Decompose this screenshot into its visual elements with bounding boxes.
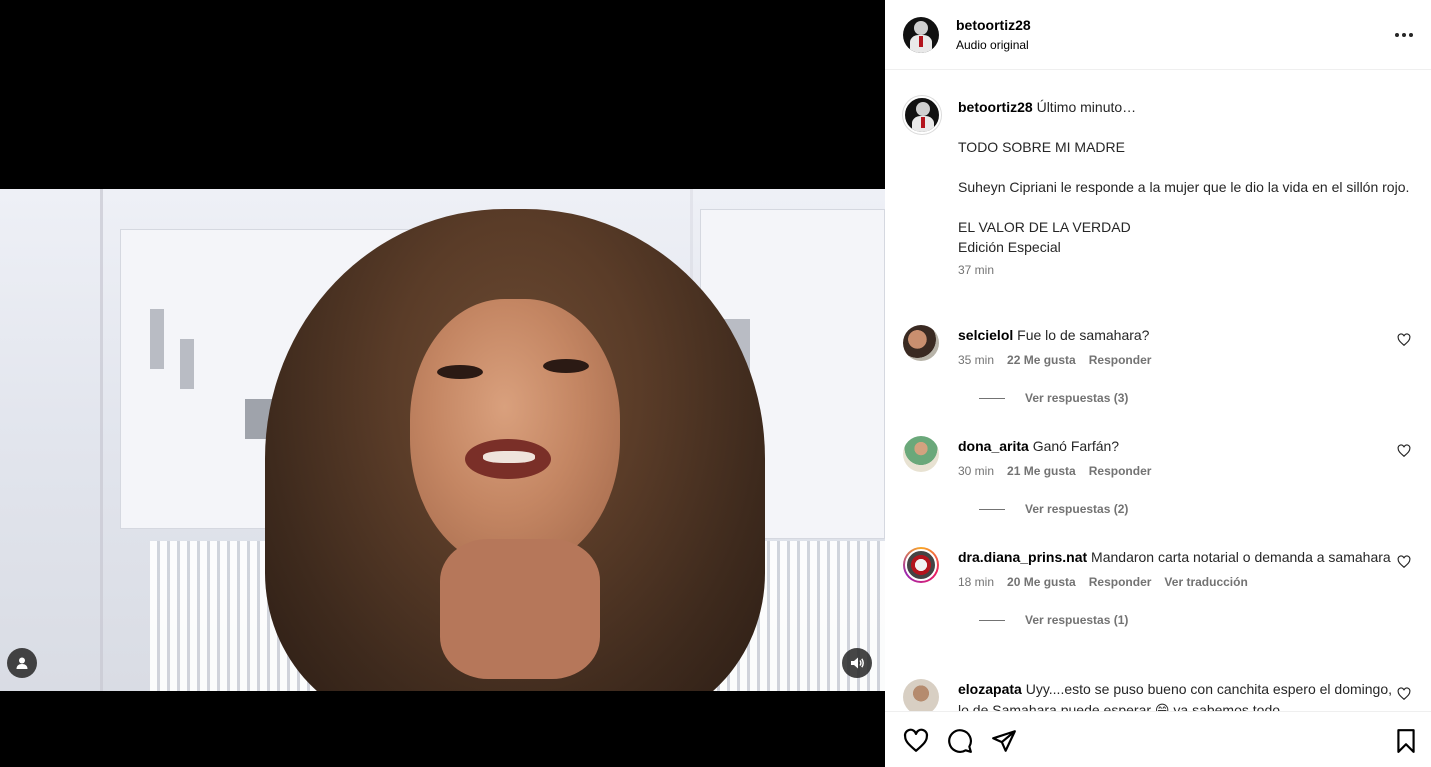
audio-link[interactable]: Audio original — [956, 37, 1031, 53]
reply-button[interactable]: Responder — [1089, 353, 1152, 367]
comment-likes[interactable]: 20 Me gusta — [1007, 575, 1076, 589]
avatar[interactable] — [903, 679, 939, 711]
action-bar — [885, 711, 1431, 767]
comment-text: selcielol Fue lo de samahara? — [958, 325, 1393, 346]
comments-scroll-area[interactable]: betoortiz28 Último minuto… TODO SOBRE MI… — [885, 71, 1431, 711]
volume-icon — [850, 657, 864, 669]
caption-block: betoortiz28 Último minuto… TODO SOBRE MI… — [903, 96, 1423, 277]
avatar[interactable] — [903, 16, 939, 53]
post-sidebar: betoortiz28 Audio original betoortiz28 Ú… — [885, 0, 1431, 767]
reply-button[interactable]: Responder — [1089, 464, 1152, 478]
comment-username[interactable]: elozapata — [958, 681, 1022, 697]
building-window — [180, 339, 194, 389]
media-panel[interactable] — [0, 0, 885, 767]
comment-username[interactable]: selcielol — [958, 327, 1013, 343]
mute-button[interactable] — [842, 648, 872, 678]
avatar[interactable] — [903, 436, 939, 472]
heart-icon[interactable] — [903, 728, 929, 754]
heart-icon[interactable] — [1397, 555, 1411, 569]
comment-body: Fue lo de samahara? — [1017, 327, 1150, 343]
more-options-icon[interactable] — [1391, 22, 1417, 48]
heart-icon[interactable] — [1397, 444, 1411, 458]
user-tag-button[interactable] — [7, 648, 37, 678]
comment-meta: 18 min 20 Me gusta Responder Ver traducc… — [958, 575, 1423, 589]
comment-username[interactable]: dra.diana_prins.nat — [958, 549, 1087, 565]
comment-text: elozapata Uyy....esto se puso bueno con … — [958, 679, 1393, 711]
comment-text: dra.diana_prins.nat Mandaron carta notar… — [958, 547, 1393, 568]
building-window — [150, 309, 164, 369]
view-replies-button[interactable]: Ver respuestas (2) — [958, 502, 1423, 516]
heart-icon[interactable] — [1397, 687, 1411, 701]
person-neck — [440, 539, 600, 679]
comment-body: Ganó Farfán? — [1032, 438, 1120, 454]
author-username[interactable]: betoortiz28 — [956, 16, 1031, 34]
comment-username[interactable]: dona_arita — [958, 438, 1029, 454]
window-frame — [100, 189, 103, 691]
person-eye — [437, 365, 483, 379]
reply-button[interactable]: Responder — [1089, 575, 1152, 589]
caption-body: Último minuto… TODO SOBRE MI MADRE Suhey… — [958, 99, 1410, 255]
comment-time[interactable]: 35 min — [958, 353, 994, 367]
comment-body: Uyy....esto se puso bueno con canchita e… — [958, 681, 1392, 711]
heart-icon[interactable] — [1397, 333, 1411, 347]
person-eye — [543, 359, 589, 373]
post-header: betoortiz28 Audio original — [885, 0, 1431, 70]
comment-likes[interactable]: 21 Me gusta — [1007, 464, 1076, 478]
comment-text: dona_arita Ganó Farfán? — [958, 436, 1393, 457]
comment-meta: 30 min 21 Me gusta Responder — [958, 464, 1423, 478]
post-viewer: betoortiz28 Audio original betoortiz28 Ú… — [0, 0, 1431, 767]
comment-item: selcielol Fue lo de samahara? 35 min 22 … — [903, 325, 1423, 405]
comment-likes[interactable]: 22 Me gusta — [1007, 353, 1076, 367]
user-tag-icon — [16, 657, 28, 669]
view-replies-label: Ver respuestas (1) — [1025, 613, 1129, 627]
video-frame[interactable] — [0, 189, 885, 691]
comment-item: elozapata Uyy....esto se puso bueno con … — [903, 679, 1423, 711]
comment-icon[interactable] — [947, 728, 973, 754]
avatar[interactable] — [903, 325, 939, 361]
comment-body: Mandaron carta notarial o demanda a sama… — [1091, 549, 1391, 565]
caption-text: betoortiz28 Último minuto… TODO SOBRE MI… — [958, 96, 1423, 257]
person-teeth — [483, 451, 535, 463]
translate-button[interactable]: Ver traducción — [1164, 575, 1247, 589]
person-face — [410, 299, 620, 569]
bookmark-icon[interactable] — [1393, 728, 1419, 754]
avatar[interactable] — [903, 96, 941, 134]
comment-time[interactable]: 30 min — [958, 464, 994, 478]
avatar[interactable] — [903, 547, 939, 583]
view-replies-button[interactable]: Ver respuestas (3) — [958, 391, 1423, 405]
view-replies-button[interactable]: Ver respuestas (1) — [958, 613, 1423, 627]
comment-meta: 35 min 22 Me gusta Responder — [958, 353, 1423, 367]
comment-time[interactable]: 18 min — [958, 575, 994, 589]
comment-item: dra.diana_prins.nat Mandaron carta notar… — [903, 547, 1423, 627]
share-icon[interactable] — [991, 728, 1017, 754]
view-replies-label: Ver respuestas (3) — [1025, 391, 1129, 405]
caption-username[interactable]: betoortiz28 — [958, 99, 1033, 115]
view-replies-label: Ver respuestas (2) — [1025, 502, 1129, 516]
post-time[interactable]: 37 min — [958, 263, 1423, 277]
comment-item: dona_arita Ganó Farfán? 30 min 21 Me gus… — [903, 436, 1423, 516]
